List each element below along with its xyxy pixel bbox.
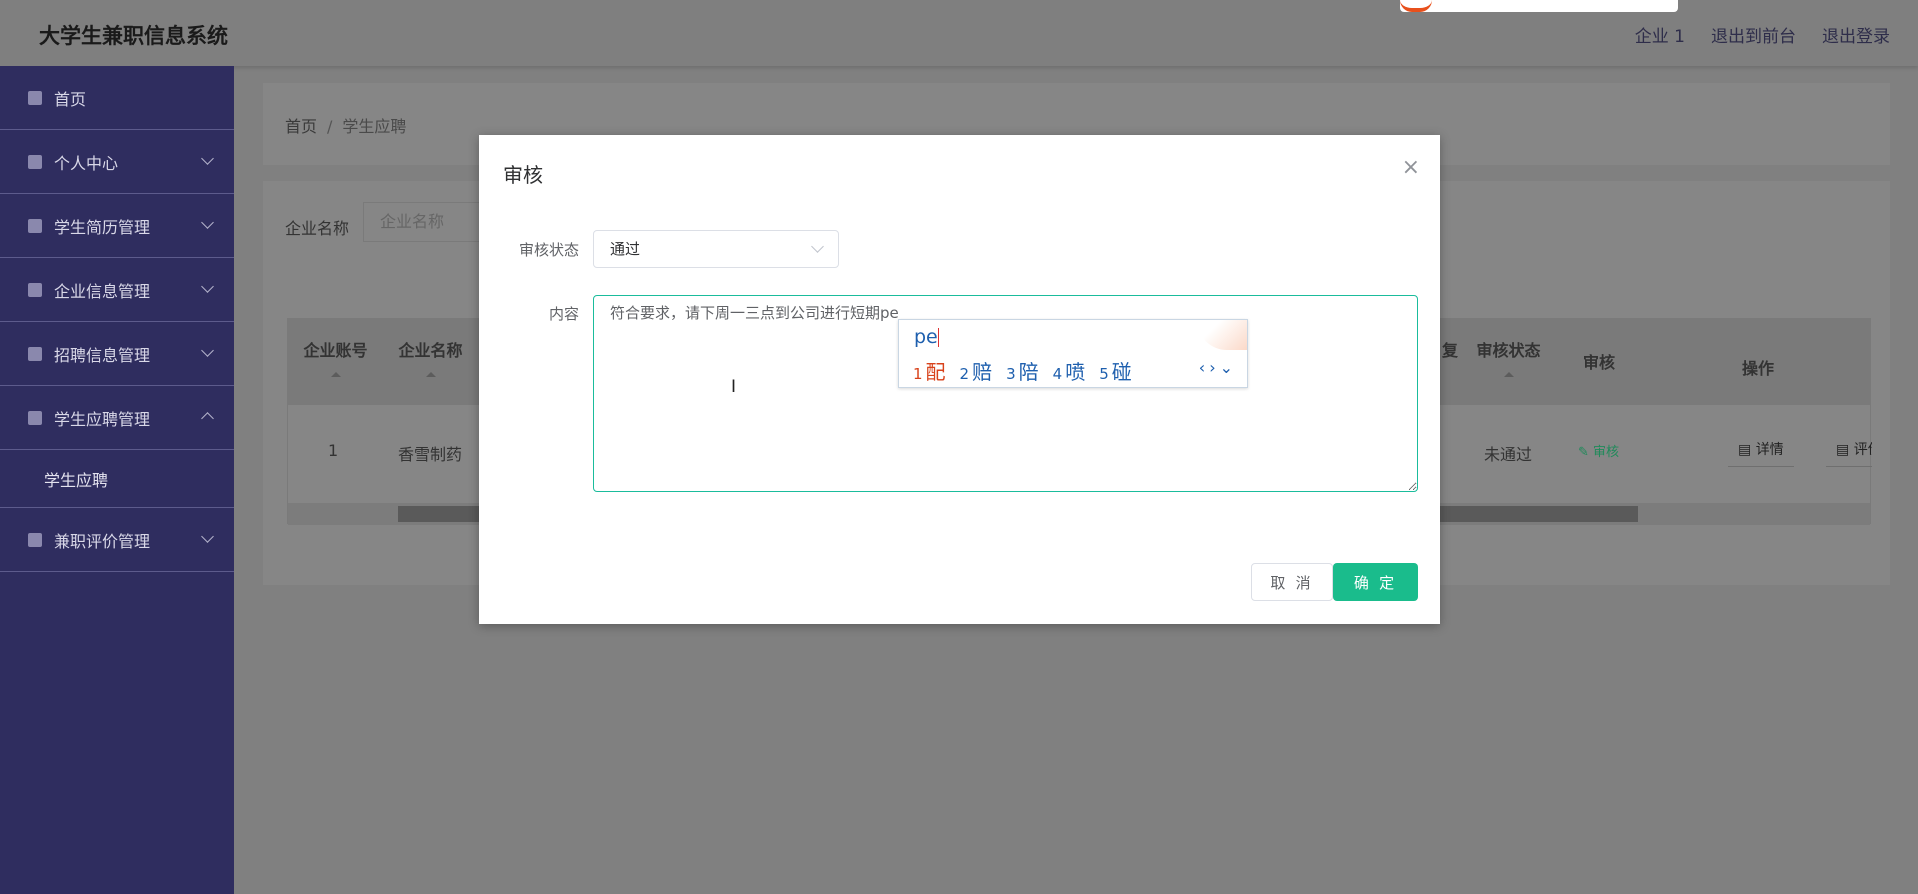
search-label: 企业名称 [285,219,350,238]
sidebar-item-review[interactable]: 兼职评价管理 [0,508,234,572]
chevron-up-icon [201,412,214,425]
candidate-text: 赔 [972,360,993,384]
sort-icon[interactable] [425,367,436,377]
review-button[interactable]: ▤ 评价 [1826,431,1872,467]
sidebar-item-label: 兼职评价管理 [54,531,151,551]
sidebar-subitem-student-application[interactable]: 学生应聘 [0,450,234,508]
cell-account: 1 [328,441,339,460]
audit-button[interactable]: ✎ 审核 [1578,441,1619,460]
ime-candidate[interactable]: 1配 [913,356,946,385]
recruit-icon [28,346,42,361]
column-header[interactable]: 复 [1438,337,1462,361]
chevron-down-icon [201,344,214,357]
ime-candidate-window: pe 1配 2赔 3陪 4喷 5碰 ‹›⌄ [898,319,1248,388]
header-links: 企业 1 退出到前台 退出登录 [1635,22,1890,47]
chevron-down-icon [201,280,214,293]
resume-icon [28,218,42,233]
sidebar-item-application[interactable]: 学生应聘管理 [0,386,234,450]
sort-icon[interactable] [330,367,341,377]
detail-label: 详情 [1755,442,1784,458]
candidate-text: 喷 [1065,360,1086,384]
column-header[interactable]: 审核状态 [1463,337,1554,377]
column-header[interactable]: 审核 [1554,349,1644,373]
ime-candidate[interactable]: 2赔 [960,356,993,385]
sidebar-item-label: 招聘信息管理 [54,345,151,365]
confirm-button[interactable]: 确 定 [1333,563,1418,601]
chevron-down-icon [201,216,214,229]
column-label: 企业名称 [398,341,463,360]
sidebar-item-label: 企业信息管理 [54,281,151,301]
exit-to-frontend-link[interactable]: 退出到前台 [1711,22,1796,47]
content-label: 内容 [548,305,579,323]
close-icon[interactable]: × [1402,155,1420,180]
ime-toolbar[interactable] [1400,0,1678,12]
status-select[interactable]: 通过 [593,230,839,268]
grid-icon [28,532,42,547]
ime-candidate[interactable]: 4喷 [1053,356,1086,385]
dialog-title: 审核 [503,163,543,187]
audit-label: 审核 [1593,445,1620,460]
ime-candidate[interactable]: 5碰 [1099,356,1132,385]
sidebar-item-label: 学生应聘管理 [54,409,151,429]
sidebar: 首页 个人中心 学生简历管理 企业信息管理 招聘信息管理 学生应聘管理 学生应聘… [0,66,234,894]
candidate-text: 碰 [1111,360,1132,384]
sort-icon[interactable] [1503,367,1514,377]
ime-page-nav-icon[interactable]: ‹›⌄ [1199,358,1237,377]
sidebar-item-company[interactable]: 企业信息管理 [0,258,234,322]
app-title: 大学生兼职信息系统 [39,24,228,48]
sidebar-item-home[interactable]: 首页 [0,66,234,130]
text-cursor-icon: I [731,377,737,397]
column-label: 操作 [1741,359,1774,378]
sidebar-item-personal[interactable]: 个人中心 [0,130,234,194]
status-label: 审核状态 [518,241,579,259]
column-label: 审核状态 [1476,341,1541,360]
cell-status: 未通过 [1484,445,1533,464]
clipboard-icon [28,410,42,425]
user-name-link[interactable]: 企业 1 [1635,22,1685,47]
sidebar-item-recruit[interactable]: 招聘信息管理 [0,322,234,386]
sidebar-item-label: 个人中心 [54,153,119,173]
column-label: 审核 [1582,353,1615,372]
user-icon [28,282,42,297]
candidate-text: 配 [925,360,946,384]
breadcrumb-home[interactable]: 首页 [285,117,317,136]
sidebar-item-label: 首页 [54,89,87,109]
cell-name: 香雪制药 [398,445,463,464]
detail-button[interactable]: ▤ 详情 [1728,431,1794,467]
user-icon [28,154,42,169]
column-label: 企业账号 [303,341,368,360]
review-label: 评价 [1853,442,1872,458]
breadcrumb-separator: / [327,117,333,136]
ime-decoration [1197,320,1247,350]
breadcrumb-current: 学生应聘 [342,117,407,136]
ime-composition: pe [914,326,938,348]
logout-link[interactable]: 退出登录 [1822,22,1890,47]
candidate-text: 陪 [1018,360,1039,384]
ime-candidates: 1配 2赔 3陪 4喷 5碰 [913,356,1132,385]
status-value: 通过 [610,240,641,258]
column-header[interactable]: 企业账号 [288,337,383,377]
chevron-down-icon [201,152,214,165]
ime-candidate[interactable]: 3陪 [1006,356,1039,385]
cancel-button[interactable]: 取 消 [1251,563,1333,601]
chevron-down-icon [811,240,824,253]
sidebar-item-label: 学生简历管理 [54,217,151,237]
chevron-down-icon [201,530,214,543]
column-label: 复 [1441,341,1458,360]
home-icon [28,90,42,105]
column-header[interactable]: 企业名称 [383,337,478,377]
column-header: 操作 [1644,355,1872,379]
sidebar-item-resume[interactable]: 学生简历管理 [0,194,234,258]
